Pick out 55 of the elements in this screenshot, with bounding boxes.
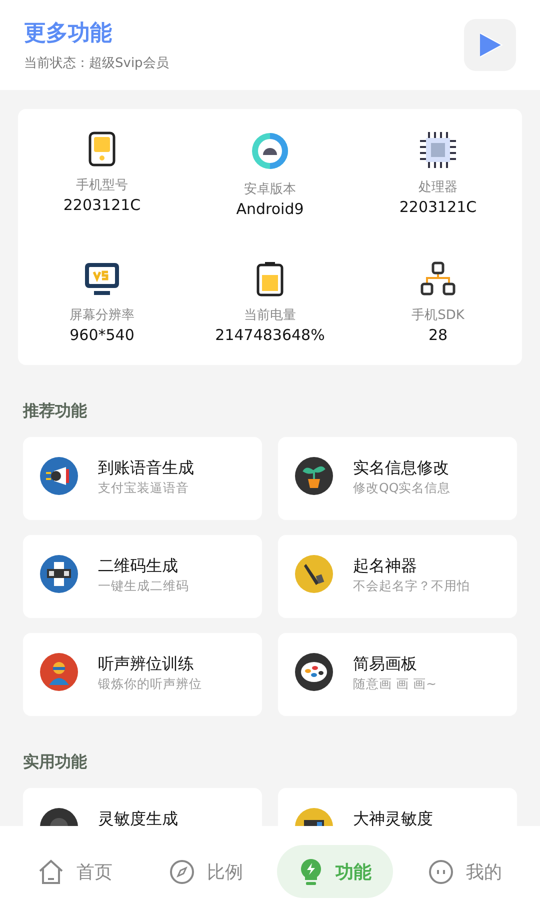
feature-title: 简易画板 bbox=[353, 654, 418, 674]
feature-card[interactable]: 听声辨位训练 锻炼你的听声辨位 bbox=[23, 633, 262, 716]
feature-card[interactable]: 起名神器 不会起名字？不用怕 bbox=[278, 535, 517, 618]
feature-subtitle: 一键生成二维码 bbox=[98, 578, 189, 595]
page-title: 更多功能 bbox=[24, 20, 113, 48]
pen-icon bbox=[295, 555, 333, 593]
monitor-icon bbox=[84, 261, 120, 297]
info-label: 屏幕分辨率 bbox=[70, 307, 134, 325]
info-label: 当前电量 bbox=[244, 307, 296, 325]
megaphone-icon bbox=[40, 457, 78, 495]
info-value: 28 bbox=[428, 325, 448, 345]
info-value: 2203121C bbox=[399, 197, 477, 217]
info-value: 2203121C bbox=[63, 195, 141, 215]
nav-tab[interactable]: 我的 bbox=[406, 845, 524, 898]
person-icon bbox=[40, 653, 78, 691]
face-icon bbox=[428, 858, 454, 884]
section-title: 实用功能 bbox=[23, 752, 88, 771]
feature-subtitle: 支付宝装逼语音 bbox=[98, 480, 190, 497]
chip-icon bbox=[419, 131, 457, 169]
member-status: 当前状态：超级Svip会员 bbox=[24, 55, 169, 72]
printer-icon bbox=[40, 555, 78, 593]
feature-subtitle: 不会起名字？不用怕 bbox=[353, 578, 470, 595]
info-label: 处理器 bbox=[418, 179, 458, 197]
feature-title: 二维码生成 bbox=[98, 556, 179, 576]
info-label: 手机SDK bbox=[412, 307, 464, 325]
info-label: 手机型号 bbox=[76, 177, 128, 195]
phone-icon bbox=[88, 131, 116, 167]
feature-card[interactable]: 到账语音生成 支付宝装逼语音 bbox=[23, 437, 262, 520]
play-icon bbox=[477, 32, 503, 58]
feature-subtitle: 锻炼你的听声辨位 bbox=[98, 676, 202, 693]
compass-icon bbox=[168, 858, 195, 884]
palette-icon bbox=[295, 653, 333, 691]
info-value: Android9 bbox=[236, 199, 304, 219]
nav-tab[interactable]: 比例 bbox=[146, 845, 265, 898]
feature-subtitle: 随意画 画 画~ bbox=[353, 676, 436, 693]
feature-card[interactable]: 简易画板 随意画 画 画~ bbox=[278, 633, 517, 716]
lightbulb-icon bbox=[299, 858, 324, 886]
play-button[interactable] bbox=[464, 19, 516, 71]
feature-subtitle: 修改QQ实名信息 bbox=[353, 480, 451, 497]
feature-title: 起名神器 bbox=[353, 556, 418, 576]
feature-title: 实名信息修改 bbox=[353, 458, 450, 478]
info-value: 960*540 bbox=[70, 325, 134, 345]
info-value: 2147483648% bbox=[215, 325, 325, 345]
home-icon bbox=[38, 858, 64, 884]
feature-title: 听声辨位训练 bbox=[98, 654, 195, 674]
info-label: 安卓版本 bbox=[244, 181, 296, 199]
feature-card[interactable]: 实名信息修改 修改QQ实名信息 bbox=[278, 437, 517, 520]
android-icon bbox=[250, 131, 290, 171]
feature-title: 到账语音生成 bbox=[98, 458, 194, 478]
battery-icon bbox=[256, 261, 284, 297]
plant-icon bbox=[295, 457, 333, 495]
network-icon bbox=[420, 261, 456, 297]
nav-tab[interactable]: 首页 bbox=[16, 845, 134, 898]
feature-card[interactable]: 二维码生成 一键生成二维码 bbox=[23, 535, 262, 618]
section-title: 推荐功能 bbox=[23, 401, 88, 420]
